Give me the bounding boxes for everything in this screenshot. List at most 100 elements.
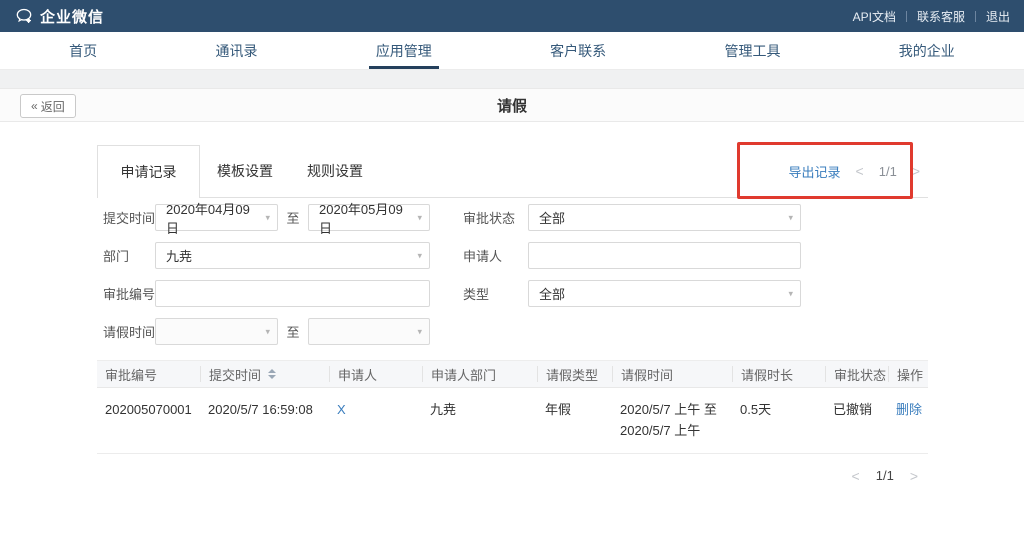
tab-template-settings[interactable]: 模板设置 (200, 145, 290, 197)
tab-application-records[interactable]: 申请记录 (97, 145, 200, 198)
submit-time-from-select[interactable]: 2020年04月09日 ▾ (155, 204, 278, 231)
page-indicator: 1/1 (879, 164, 897, 179)
chevron-left-icon[interactable]: < (852, 469, 860, 483)
api-docs-link[interactable]: API文档 (853, 8, 896, 25)
header-applicant-department: 申请人部门 (422, 366, 537, 382)
type-value: 全部 (539, 284, 565, 303)
header-applicant: 申请人 (329, 366, 422, 382)
leave-time-line1: 2020/5/7 上午 至 (620, 399, 732, 420)
filter-row: 请假时间 ▾ 至 ▾ (97, 318, 928, 345)
filter-panel: 提交时间 2020年04月09日 ▾ 至 2020年05月09日 ▾ 审批状态 … (97, 204, 928, 345)
header-approval-status: 审批状态 (825, 366, 888, 382)
filter-row: 审批编号 类型 全部 ▾ (97, 280, 928, 307)
table-header-row: 审批编号 提交时间 申请人 申请人部门 请假类型 请假时间 请假时长 审批状态 … (97, 360, 928, 388)
submit-time-to-select[interactable]: 2020年05月09日 ▾ (308, 204, 430, 231)
header-submit-time-label: 提交时间 (209, 365, 261, 384)
export-records-link[interactable]: 导出记录 (789, 162, 841, 181)
department-value: 九尭 (166, 246, 192, 265)
submit-time-label: 提交时间 (103, 208, 155, 227)
nav-item-customer-contact[interactable]: 客户联系 (544, 32, 612, 69)
page: 企业微信 API文档 联系客服 退出 首页 通讯录 应用管理 客户联系 管理工具… (0, 0, 1024, 553)
submit-time-to-value: 2020年05月09日 (319, 199, 409, 237)
brand-name: 企业微信 (40, 6, 104, 27)
records-table: 审批编号 提交时间 申请人 申请人部门 请假类型 请假时间 请假时长 审批状态 … (97, 360, 928, 454)
back-button-label: 返回 (41, 98, 65, 115)
header-approval-no: 审批编号 (97, 365, 200, 384)
sort-icon[interactable] (268, 369, 276, 379)
cell-approval-status: 已撤销 (825, 399, 888, 441)
approval-no-group (155, 280, 430, 307)
cell-approval-no: 202005070001 (97, 399, 200, 441)
chevron-down-icon: ▾ (417, 212, 422, 223)
tab-bar: 申请记录 模板设置 规则设置 导出记录 < 1/1 > (97, 145, 928, 198)
chevron-down-icon: ▾ (265, 212, 270, 223)
chevron-right-icon[interactable]: > (910, 469, 918, 483)
applicant-link[interactable]: X (337, 402, 346, 417)
approval-status-select[interactable]: 全部 ▾ (528, 204, 801, 231)
approval-no-input[interactable] (155, 280, 430, 307)
delete-link[interactable]: 删除 (896, 402, 922, 417)
nav-item-my-company[interactable]: 我的企业 (893, 32, 961, 69)
approval-status-label: 审批状态 (463, 208, 528, 227)
to-label: 至 (278, 208, 308, 227)
tab-rule-settings[interactable]: 规则设置 (290, 145, 380, 197)
brand: 企业微信 (14, 6, 104, 27)
applicant-label: 申请人 (463, 246, 528, 265)
page-indicator: 1/1 (876, 468, 894, 483)
chevron-down-icon: ▾ (417, 250, 422, 261)
submit-time-from-value: 2020年04月09日 (166, 199, 257, 237)
header-leave-type: 请假类型 (537, 366, 612, 382)
leave-time-line2: 2020/5/7 上午 (620, 420, 732, 441)
leave-time-from-select[interactable]: ▾ (155, 318, 278, 345)
divider (906, 11, 907, 22)
leave-time-range: ▾ 至 ▾ (155, 318, 430, 345)
double-chevron-left-icon: « (31, 99, 38, 113)
cell-leave-time: 2020/5/7 上午 至 2020/5/7 上午 (612, 399, 732, 441)
chevron-down-icon: ▾ (417, 326, 422, 337)
spacer-band (0, 70, 1024, 88)
nav-item-admin-tools[interactable]: 管理工具 (718, 32, 786, 69)
topbar: 企业微信 API文档 联系客服 退出 (0, 0, 1024, 32)
header-actions: 操作 (888, 366, 928, 382)
cell-leave-duration: 0.5天 (732, 399, 825, 441)
page-title: 请假 (0, 95, 1024, 116)
to-label: 至 (278, 322, 308, 341)
cell-actions: 删除 (888, 399, 928, 441)
submit-time-range: 2020年04月09日 ▾ 至 2020年05月09日 ▾ (155, 204, 430, 231)
wechat-work-logo-icon (14, 6, 34, 26)
export-toolbar: 导出记录 < 1/1 > (789, 145, 928, 197)
cell-leave-type: 年假 (537, 399, 612, 441)
approval-status-value: 全部 (539, 208, 565, 227)
contact-support-link[interactable]: 联系客服 (917, 8, 965, 25)
approval-no-label: 审批编号 (103, 284, 155, 303)
header-leave-time: 请假时间 (612, 366, 732, 382)
filter-row: 提交时间 2020年04月09日 ▾ 至 2020年05月09日 ▾ 审批状态 … (97, 204, 928, 231)
header-submit-time: 提交时间 (200, 366, 329, 382)
department-select[interactable]: 九尭 ▾ (155, 242, 430, 269)
type-select[interactable]: 全部 ▾ (528, 280, 801, 307)
main-nav: 首页 通讯录 应用管理 客户联系 管理工具 我的企业 (0, 32, 1024, 70)
nav-item-contacts[interactable]: 通讯录 (209, 32, 263, 69)
leave-time-to-select[interactable]: ▾ (308, 318, 430, 345)
back-button[interactable]: « 返回 (20, 94, 76, 118)
divider (975, 11, 976, 22)
applicant-input[interactable] (528, 242, 801, 269)
chevron-left-icon[interactable]: < (856, 164, 864, 178)
filter-row: 部门 九尭 ▾ 申请人 (97, 242, 928, 269)
type-label: 类型 (463, 284, 528, 303)
nav-item-app-management[interactable]: 应用管理 (370, 32, 438, 69)
bottom-pagination: < 1/1 > (97, 468, 928, 483)
header-leave-duration: 请假时长 (732, 366, 825, 382)
cell-applicant-department: 九尭 (422, 399, 537, 441)
cell-submit-time: 2020/5/7 16:59:08 (200, 399, 329, 441)
nav-item-home[interactable]: 首页 (63, 32, 103, 69)
department-label: 部门 (103, 246, 155, 265)
chevron-right-icon[interactable]: > (912, 164, 920, 178)
chevron-down-icon: ▾ (788, 212, 793, 223)
title-strip: « 返回 请假 (0, 88, 1024, 122)
department-group: 九尭 ▾ (155, 242, 430, 269)
table-row: 202005070001 2020/5/7 16:59:08 X 九尭 年假 2… (97, 388, 928, 454)
content: 申请记录 模板设置 规则设置 导出记录 < 1/1 > 提交时间 2020年04… (97, 145, 928, 483)
logout-link[interactable]: 退出 (986, 8, 1010, 25)
cell-applicant: X (329, 399, 422, 441)
